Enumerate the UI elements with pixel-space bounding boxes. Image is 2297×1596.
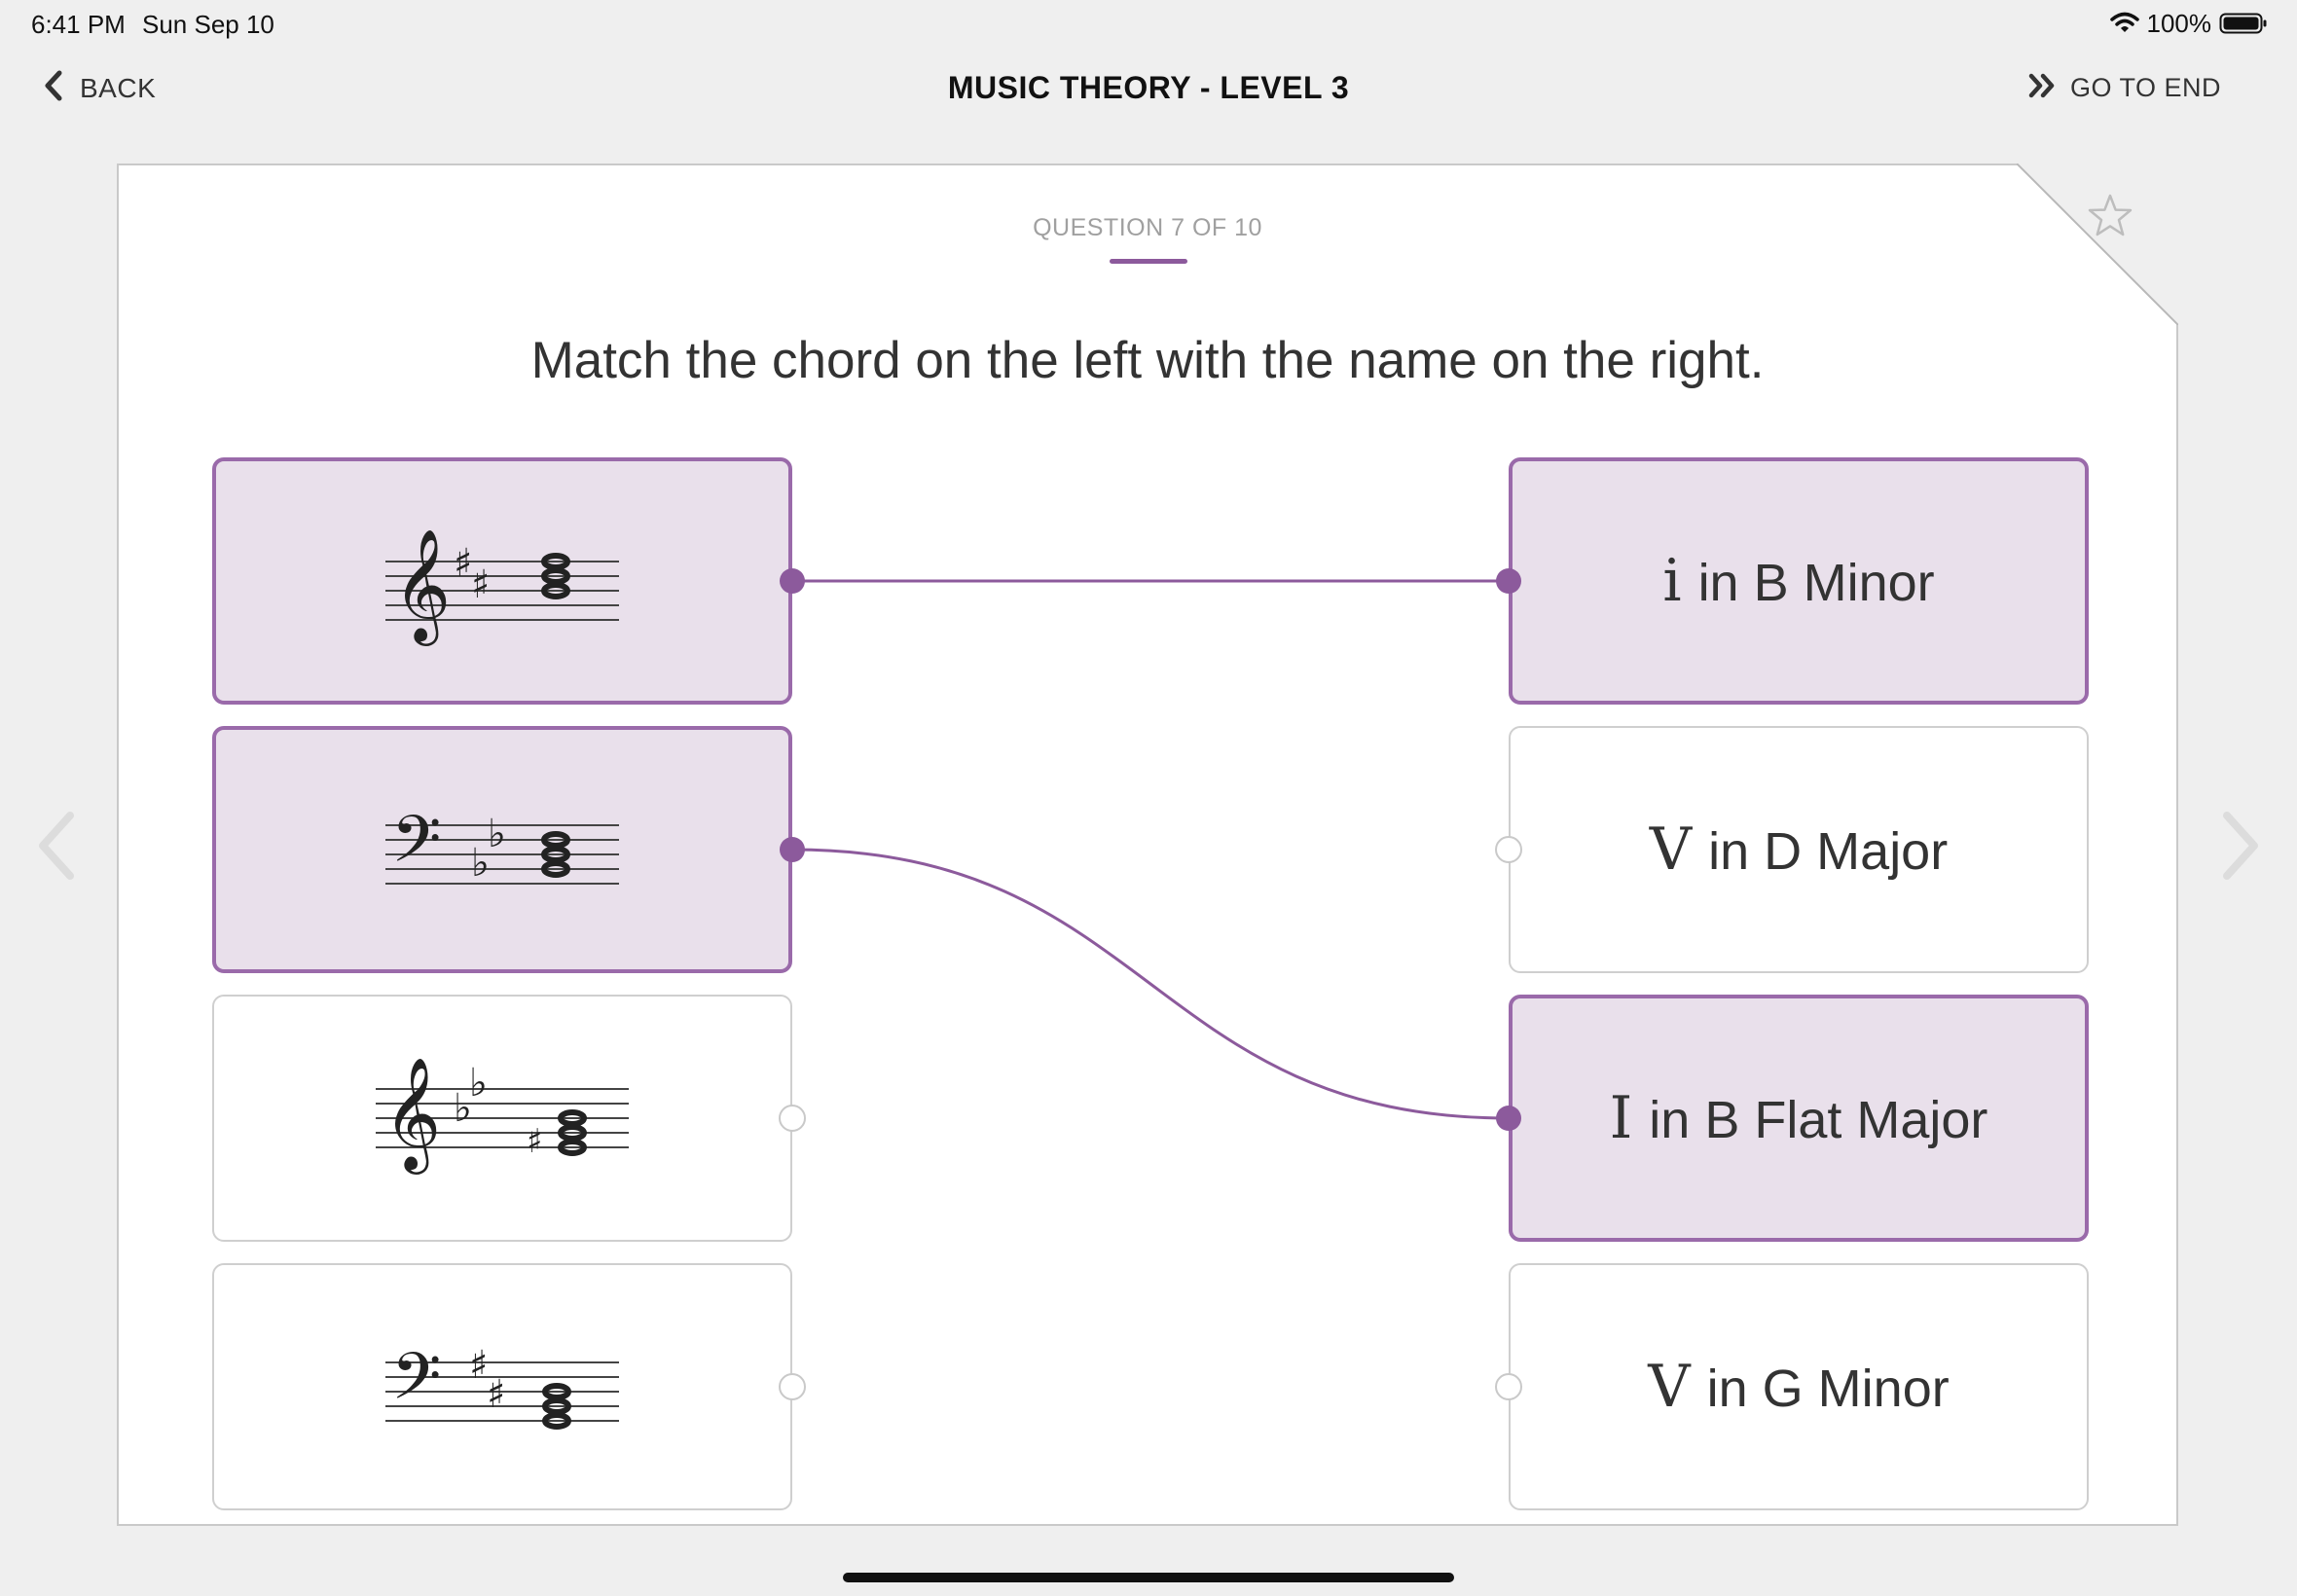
chord-card-3[interactable]: 𝄞 ♭ ♭ ♯ bbox=[212, 995, 792, 1242]
roman-numeral: V bbox=[1648, 1353, 1691, 1421]
match-line-2 bbox=[791, 848, 1510, 1120]
name-card-1[interactable]: i in B Minor bbox=[1509, 457, 2089, 705]
roman-numeral: i bbox=[1662, 547, 1682, 615]
key-name: in B Flat Major bbox=[1649, 1091, 1988, 1149]
previous-question-arrow[interactable] bbox=[33, 810, 80, 887]
chord-notation-bass-two-flats: 𝄢 ♭ ♭ bbox=[385, 802, 619, 892]
svg-text:♯: ♯ bbox=[527, 1122, 542, 1161]
name-card-4[interactable]: V in G Minor bbox=[1509, 1263, 2089, 1510]
battery-icon bbox=[2219, 12, 2268, 35]
name-handle-3[interactable] bbox=[1496, 1106, 1521, 1131]
key-name: in G Minor bbox=[1706, 1360, 1950, 1418]
svg-text:♯: ♯ bbox=[471, 562, 490, 607]
name-card-label: I in B Flat Major bbox=[1610, 1084, 1988, 1152]
svg-text:𝄢: 𝄢 bbox=[391, 802, 441, 892]
svg-text:♭: ♭ bbox=[469, 1061, 488, 1106]
svg-text:♯: ♯ bbox=[487, 1372, 505, 1417]
name-card-label: V in G Minor bbox=[1648, 1353, 1949, 1421]
status-indicators: 100% bbox=[2109, 8, 2269, 39]
counter-underline bbox=[1110, 259, 1187, 264]
go-to-end-button[interactable]: GO TO END bbox=[2027, 72, 2221, 104]
chord-notation-bass-two-sharps: 𝄢 ♯ ♯ bbox=[385, 1339, 619, 1430]
page-title: MUSIC THEORY - LEVEL 3 bbox=[947, 70, 1350, 105]
next-question-arrow[interactable] bbox=[2217, 810, 2264, 887]
chord-notation-treble-two-sharps: 𝄞 ♯ ♯ bbox=[385, 527, 619, 646]
name-handle-2[interactable] bbox=[1495, 836, 1522, 863]
name-card-label: V in D Major bbox=[1650, 816, 1948, 884]
svg-text:♭: ♭ bbox=[488, 812, 506, 856]
chord-card-1[interactable]: 𝄞 ♯ ♯ bbox=[212, 457, 792, 705]
name-card-2[interactable]: V in D Major bbox=[1509, 726, 2089, 973]
battery-percent: 100% bbox=[2146, 8, 2212, 38]
name-handle-4[interactable] bbox=[1495, 1373, 1522, 1400]
go-to-end-label: GO TO END bbox=[2069, 73, 2221, 102]
chord-notation-treble-two-flats-sharp: 𝄞 ♭ ♭ ♯ bbox=[376, 1056, 629, 1175]
chord-handle-4[interactable] bbox=[779, 1373, 806, 1400]
chord-card-2[interactable]: 𝄢 ♭ ♭ bbox=[212, 726, 792, 973]
chord-handle-1[interactable] bbox=[780, 568, 805, 594]
status-bar: 6:41 PM Sun Sep 10 100% bbox=[0, 0, 2297, 49]
roman-numeral: V bbox=[1649, 816, 1693, 884]
key-name: in B Minor bbox=[1697, 554, 1935, 612]
wifi-icon bbox=[2109, 12, 2139, 35]
chord-card-4[interactable]: 𝄢 ♯ ♯ bbox=[212, 1263, 792, 1510]
key-name: in D Major bbox=[1708, 822, 1949, 881]
home-indicator bbox=[843, 1573, 1454, 1582]
chord-handle-3[interactable] bbox=[779, 1105, 806, 1132]
chord-handle-2[interactable] bbox=[780, 837, 805, 862]
question-prompt: Match the chord on the left with the nam… bbox=[530, 332, 1765, 389]
svg-text:♯: ♯ bbox=[469, 1343, 488, 1388]
status-time: 6:41 PM bbox=[31, 10, 126, 39]
name-card-3[interactable]: I in B Flat Major bbox=[1509, 995, 2089, 1242]
svg-text:𝄞: 𝄞 bbox=[393, 527, 451, 646]
bookmark-corner bbox=[2017, 163, 2178, 325]
svg-text:♯: ♯ bbox=[454, 541, 472, 586]
double-chevron-right-icon bbox=[2027, 72, 2059, 104]
question-counter: QUESTION 7 OF 10 bbox=[1033, 214, 1262, 241]
question-card: QUESTION 7 OF 10 Match the chord on the … bbox=[117, 163, 2178, 1526]
nav-bar: BACK MUSIC THEORY - LEVEL 3 GO TO END bbox=[0, 60, 2297, 119]
status-date: Sun Sep 10 bbox=[142, 10, 274, 39]
svg-text:𝄢: 𝄢 bbox=[391, 1339, 441, 1430]
name-handle-1[interactable] bbox=[1496, 568, 1521, 594]
roman-numeral: I bbox=[1609, 1084, 1633, 1152]
name-card-label: i in B Minor bbox=[1662, 547, 1934, 615]
svg-text:𝄞: 𝄞 bbox=[383, 1056, 441, 1175]
